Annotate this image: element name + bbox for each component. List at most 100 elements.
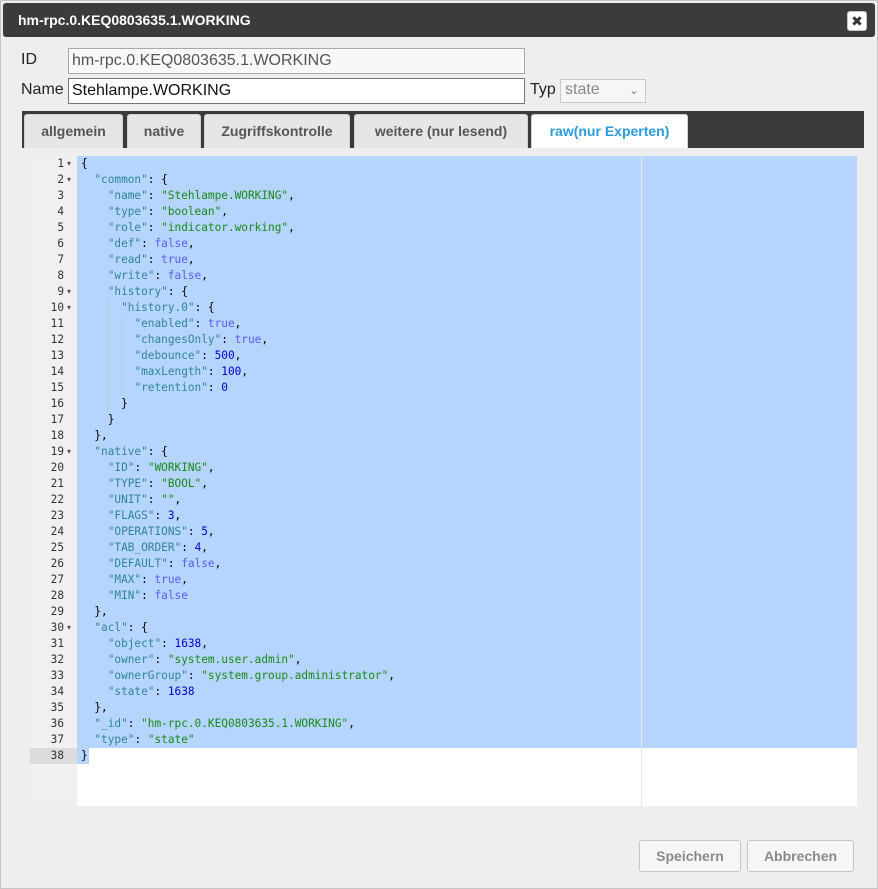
line-number: 17	[50, 413, 64, 426]
indent-guide	[107, 300, 109, 412]
code-line: "state": 1638	[81, 684, 195, 700]
code-token: "acl"	[94, 621, 128, 634]
code-token: : {	[147, 445, 168, 458]
code-line: "OPERATIONS": 5,	[81, 524, 215, 540]
code-token: true	[154, 573, 182, 586]
line-number: 26	[50, 557, 64, 570]
fold-toggle-icon[interactable]: ▾	[67, 444, 71, 460]
code-token: "hm-rpc.0.KEQ0803635.1.WORKING"	[141, 717, 349, 730]
code-token: ,	[234, 349, 242, 362]
tab-native[interactable]: native	[127, 114, 201, 148]
code-line: "name": "Stehlampe.WORKING",	[81, 188, 295, 204]
code-token: :	[207, 365, 222, 378]
code-token: : {	[147, 173, 168, 186]
fold-toggle-icon[interactable]: ▾	[67, 172, 71, 188]
code-token: "ID"	[107, 461, 135, 474]
code-token: "type"	[94, 733, 135, 746]
line-number: 25	[50, 541, 64, 554]
code-token: ,	[174, 493, 182, 506]
code-line: }	[81, 748, 88, 764]
code-line: "MIN": false	[81, 588, 188, 604]
line-number: 11	[50, 317, 64, 330]
tab-weitere[interactable]: weitere (nur lesend)	[354, 114, 528, 148]
code-token: "MAX"	[107, 573, 142, 586]
code-token: :	[201, 349, 215, 362]
code-token: ,	[187, 237, 195, 250]
fold-toggle-icon[interactable]: ▾	[67, 620, 71, 636]
fold-toggle-icon[interactable]: ▾	[67, 300, 71, 316]
line-number: 23	[50, 509, 64, 522]
tab-zugriffskontrolle[interactable]: Zugriffskontrolle	[204, 114, 350, 148]
code-line: {	[81, 156, 88, 172]
line-number: 6	[57, 237, 64, 250]
tab-raw[interactable]: raw(nur Experten)	[531, 114, 688, 148]
chevron-down-icon: ⌄	[628, 83, 639, 97]
code-token: :	[154, 685, 168, 698]
code-token: false	[154, 237, 188, 250]
cancel-button[interactable]: Abbrechen	[747, 840, 854, 872]
type-select[interactable]: state ⌄	[560, 79, 646, 103]
code-token: :	[147, 253, 162, 266]
code-token: "BOOL"	[161, 477, 202, 490]
fold-toggle-icon[interactable]: ▾	[67, 284, 71, 300]
close-icon[interactable]: ✖	[847, 11, 867, 31]
name-label: Name	[21, 81, 64, 98]
code-token: :	[221, 333, 235, 346]
fold-toggle-icon[interactable]: ▾	[67, 156, 71, 172]
code-token: :	[141, 573, 155, 586]
code-line: "history.0": {	[81, 300, 215, 316]
line-number: 19	[50, 445, 64, 458]
code-token: ,	[288, 221, 295, 234]
code-token: "debounce"	[134, 349, 202, 362]
code-token: "state"	[107, 685, 155, 698]
code-token: : {	[194, 301, 215, 314]
line-number: 4	[57, 205, 64, 218]
line-number: 7	[57, 253, 64, 266]
tab-allgemein[interactable]: allgemein	[24, 114, 123, 148]
line-number: 22	[50, 493, 64, 506]
code-token: :	[194, 317, 208, 330]
line-number: 32	[50, 653, 64, 666]
code-token: :	[147, 189, 162, 202]
code-token: :	[154, 653, 168, 666]
code-token: true	[207, 317, 235, 330]
dialog-titlebar[interactable]: hm-rpc.0.KEQ0803635.1.WORKING ✖	[3, 3, 875, 37]
code-token: "type"	[107, 205, 148, 218]
id-field[interactable]	[68, 48, 525, 74]
raw-json-editor[interactable]: 1 ▾ 2 ▾ 3 4 5 6 7 8 9 ▾ 10 ▾ 11 12 13 14 15 16 17 18 19 ▾ 20 21 22…	[30, 156, 857, 806]
code-token: :	[167, 557, 182, 570]
code-token: ,	[201, 477, 208, 490]
code-token: :	[127, 717, 142, 730]
name-field[interactable]	[68, 78, 525, 104]
line-number: 24	[50, 525, 64, 538]
code-token: false	[154, 589, 188, 602]
code-content[interactable]: { "common": { "name": "Stehlampe.WORKING…	[77, 156, 857, 806]
code-line: "TYPE": "BOOL",	[81, 476, 208, 492]
code-token: "write"	[107, 269, 155, 282]
print-margin	[641, 156, 642, 806]
code-token: :	[147, 477, 162, 490]
code-token: :	[187, 525, 202, 538]
type-label: Typ	[530, 81, 556, 98]
code-token: ,	[181, 573, 188, 586]
line-number: 8	[57, 269, 64, 282]
line-number: 2	[57, 173, 64, 186]
code-token: "OPERATIONS"	[107, 525, 188, 538]
line-number: 13	[50, 349, 64, 362]
code-token: "system.user.admin"	[167, 653, 295, 666]
code-line: "owner": "system.user.admin",	[81, 652, 302, 668]
code-token: ,	[221, 205, 228, 218]
code-token: 100	[221, 365, 242, 378]
code-token: "changesOnly"	[134, 333, 222, 346]
save-button[interactable]: Speichern	[639, 840, 741, 872]
code-token: "system.group.administrator"	[201, 669, 389, 682]
code-token: "boolean"	[161, 205, 222, 218]
code-token: :	[207, 381, 222, 394]
